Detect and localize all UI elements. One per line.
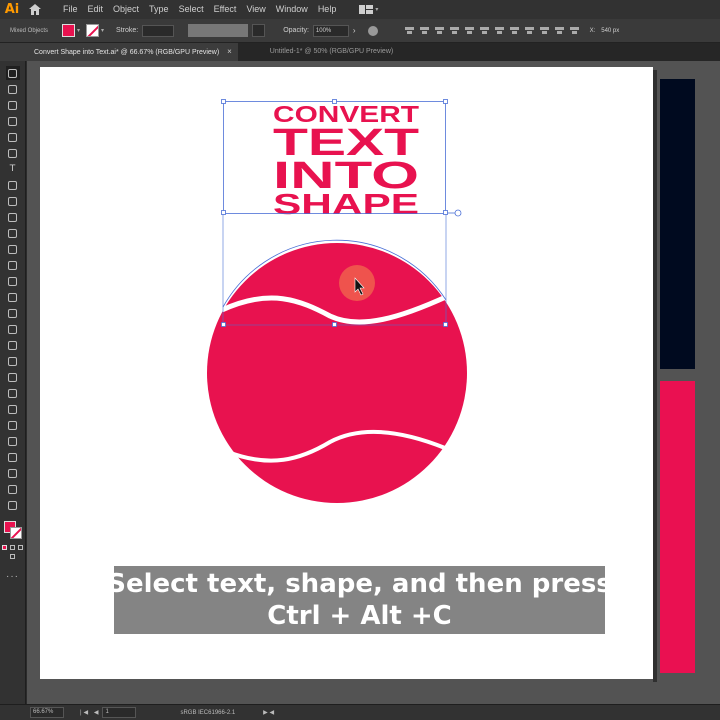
puppet-warp-tool-icon[interactable] (6, 290, 20, 304)
tutorial-caption: Select text, shape, and then press Ctrl … (107, 566, 612, 634)
distribute-middle-icon[interactable] (509, 25, 520, 36)
recolor-artwork-icon[interactable] (367, 25, 378, 36)
magic-wand-tool-icon[interactable] (6, 98, 20, 112)
menu-file[interactable]: File (58, 0, 83, 19)
stroke-label[interactable]: Stroke: (116, 27, 138, 34)
scale-tool-icon[interactable] (6, 274, 20, 288)
type-tool-icon[interactable]: T (6, 162, 20, 176)
gradient-tool-icon[interactable] (6, 370, 20, 384)
close-icon[interactable]: × (227, 47, 232, 56)
align-bottom-icon[interactable] (479, 25, 490, 36)
align-center-icon[interactable] (419, 25, 430, 36)
line-tool-icon[interactable] (6, 178, 20, 192)
caption-line-1: Select text, shape, and then press (107, 569, 612, 599)
menu-view[interactable]: View (241, 0, 270, 19)
shaper-tool-icon[interactable] (6, 226, 20, 240)
status-menu-arrows[interactable]: ▶ ◀ (263, 709, 274, 716)
align-left-icon[interactable] (404, 25, 415, 36)
paintbrush-tool-icon[interactable] (6, 210, 20, 224)
fill-color-swatch[interactable] (62, 24, 75, 37)
rotate-tool-icon[interactable] (6, 258, 20, 272)
menu-bar: Ai File Edit Object Type Select Effect V… (0, 0, 720, 19)
tab-convert-shape[interactable]: Convert Shape into Text.ai* @ 66.67% (RG… (0, 43, 238, 61)
color-mode-icon[interactable] (2, 545, 7, 550)
eyedropper-tool-icon[interactable] (6, 386, 20, 400)
menu-object[interactable]: Object (108, 0, 144, 19)
distribute-bottom-icon[interactable] (524, 25, 535, 36)
color-mode-buttons (2, 545, 23, 550)
perspective-grid-tool-icon[interactable] (6, 338, 20, 352)
menu-edit[interactable]: Edit (83, 0, 109, 19)
chevron-down-icon[interactable]: ▾ (101, 27, 104, 34)
fill-stroke-selector[interactable] (2, 519, 24, 541)
draw-mode-icon[interactable] (10, 554, 15, 559)
direct-selection-tool-icon[interactable] (6, 82, 20, 96)
app-logo: Ai (4, 2, 20, 17)
ellipse-tool-icon[interactable] (6, 194, 20, 208)
color-swatch-pink[interactable] (660, 381, 695, 673)
tab-label: Untitled-1* @ 50% (RGB/GPU Preview) (269, 48, 394, 55)
symbol-sprayer-tool-icon[interactable] (6, 418, 20, 432)
x-position-label: X: (589, 27, 596, 34)
color-profile-label: sRGB IEC61966-2.1 (180, 709, 236, 716)
lasso-tool-icon[interactable] (6, 114, 20, 128)
mesh-tool-icon[interactable] (6, 354, 20, 368)
color-swatch-dark[interactable] (660, 79, 695, 369)
menu-window[interactable]: Window (271, 0, 313, 19)
distribute-top-icon[interactable] (494, 25, 505, 36)
menu-help[interactable]: Help (313, 0, 342, 19)
column-graph-tool-icon[interactable] (6, 434, 20, 448)
distribute-left-icon[interactable] (539, 25, 550, 36)
zoom-level-field[interactable]: 66.67% (30, 707, 64, 718)
tools-panel: T ··· (0, 61, 26, 704)
draw-mode-buttons (10, 554, 15, 559)
selection-type-label: Mixed Objects (10, 27, 49, 34)
tab-label: Convert Shape into Text.ai* @ 66.67% (RG… (34, 49, 220, 56)
artboard-nav-buttons[interactable]: |◀ ◀ (80, 709, 100, 716)
stroke-weight-field[interactable] (142, 24, 175, 37)
stroke-swatch-icon[interactable] (9, 527, 22, 539)
curvature-tool-icon[interactable] (6, 146, 20, 160)
align-right-icon[interactable] (434, 25, 445, 36)
menu-type[interactable]: Type (144, 0, 174, 19)
chevron-down-icon[interactable]: ▾ (77, 27, 80, 34)
zoom-tool-icon[interactable] (6, 498, 20, 512)
artboard-tool-icon[interactable] (6, 450, 20, 464)
shape-builder-tool-icon[interactable] (6, 322, 20, 336)
free-transform-tool-icon[interactable] (6, 306, 20, 320)
graphic-style-field[interactable] (252, 24, 266, 37)
opacity-field[interactable]: 100% (312, 24, 349, 37)
status-bar: 66.67% |◀ ◀ 1 sRGB IEC61966-2.1 ▶ ◀ (0, 704, 720, 720)
tab-untitled[interactable]: Untitled-1* @ 50% (RGB/GPU Preview) (238, 43, 401, 61)
artboard-shadow (653, 70, 657, 682)
brush-definition-field[interactable] (188, 24, 249, 37)
distribute-center-icon[interactable] (554, 25, 565, 36)
pen-tool-icon[interactable] (6, 130, 20, 144)
workspace-switcher-icon[interactable]: ▾ (359, 0, 385, 19)
hand-tool-icon[interactable] (6, 482, 20, 496)
eraser-tool-icon[interactable] (6, 242, 20, 256)
slice-tool-icon[interactable] (6, 466, 20, 480)
opacity-label[interactable]: Opacity: (283, 27, 309, 34)
control-bar: Mixed Objects ▾ ▾ Stroke: Opacity: 100% … (0, 19, 720, 43)
blend-tool-icon[interactable] (6, 402, 20, 416)
chevron-right-icon[interactable]: › (353, 26, 356, 35)
caption-line-2: Ctrl + Alt +C (267, 601, 452, 631)
artboard-number-field[interactable]: 1 (102, 707, 137, 718)
home-icon[interactable] (24, 0, 46, 19)
menu-effect[interactable]: Effect (209, 0, 242, 19)
gradient-mode-icon[interactable] (10, 545, 15, 550)
align-middle-icon[interactable] (464, 25, 475, 36)
none-mode-icon[interactable] (18, 545, 23, 550)
menu-select[interactable]: Select (174, 0, 209, 19)
stroke-color-swatch[interactable] (86, 24, 100, 37)
align-controls (404, 25, 580, 36)
distribute-right-icon[interactable] (569, 25, 580, 36)
more-tools-icon[interactable]: ··· (6, 571, 19, 582)
selection-tool-icon[interactable] (5, 66, 20, 80)
document-tabs: Convert Shape into Text.ai* @ 66.67% (RG… (0, 43, 720, 61)
x-position-field[interactable]: 540 px (601, 28, 619, 34)
align-top-icon[interactable] (449, 25, 460, 36)
